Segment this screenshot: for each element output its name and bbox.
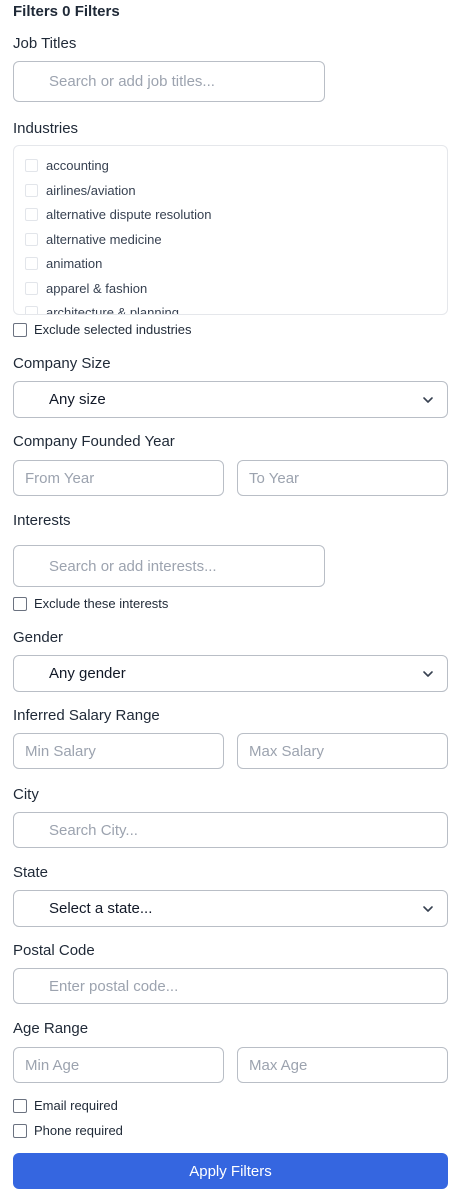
industry-item-architecture-planning[interactable]: architecture & planning	[25, 305, 179, 315]
email-required-label: Email required	[34, 1098, 118, 1113]
apply-filters-button[interactable]: Apply Filters	[13, 1153, 448, 1189]
email-required-checkbox[interactable]	[13, 1098, 27, 1113]
from-year-input[interactable]	[13, 460, 224, 496]
industry-label: alternative medicine	[46, 232, 162, 247]
industry-checkbox[interactable]	[25, 282, 38, 295]
salary-label: Inferred Salary Range	[13, 707, 160, 724]
city-input[interactable]	[13, 812, 448, 848]
industry-checkbox[interactable]	[25, 184, 38, 197]
interests-input[interactable]	[13, 545, 325, 587]
postal-code-input[interactable]	[13, 968, 448, 1004]
exclude-industries-label: Exclude selected industries	[34, 322, 192, 337]
gender-value: Any gender	[49, 665, 126, 682]
industry-item-apparel-fashion[interactable]: apparel & fashion	[25, 281, 147, 296]
company-size-value: Any size	[49, 391, 106, 408]
gender-select[interactable]: Any gender	[13, 655, 448, 692]
exclude-industries-option[interactable]: Exclude selected industries	[13, 322, 192, 337]
chevron-down-icon	[423, 906, 433, 912]
min-salary-input[interactable]	[13, 733, 224, 769]
industry-item-alternative-medicine[interactable]: alternative medicine	[25, 232, 162, 247]
company-size-select[interactable]: Any size	[13, 381, 448, 418]
age-range-label: Age Range	[13, 1020, 89, 1037]
industry-label: apparel & fashion	[46, 281, 148, 296]
state-select[interactable]: Select a state...	[13, 890, 448, 927]
chevron-down-icon	[423, 397, 433, 403]
company-size-label: Company Size	[13, 355, 111, 372]
industries-label: Industries	[13, 120, 79, 137]
industry-checkbox[interactable]	[25, 159, 38, 172]
industry-checkbox[interactable]	[25, 306, 38, 314]
max-age-input[interactable]	[237, 1047, 448, 1083]
industry-label: alternative dispute resolution	[46, 207, 212, 222]
to-year-input[interactable]	[237, 460, 448, 496]
chevron-down-icon	[423, 671, 433, 677]
industry-item-alternative-dispute-resolution[interactable]: alternative dispute resolution	[25, 207, 212, 222]
interests-label: Interests	[13, 512, 71, 529]
industry-item-airlines-aviation[interactable]: airlines/aviation	[25, 183, 136, 198]
industry-item-animation[interactable]: animation	[25, 256, 102, 271]
postal-code-label: Postal Code	[13, 942, 95, 959]
panel-title: Filters 0 Filters	[13, 3, 120, 20]
phone-required-option[interactable]: Phone required	[13, 1123, 123, 1138]
industry-label: airlines/aviation	[46, 183, 136, 198]
exclude-interests-label: Exclude these interests	[34, 596, 169, 611]
exclude-industries-checkbox[interactable]	[13, 322, 27, 337]
max-salary-input[interactable]	[237, 733, 448, 769]
industry-item-accounting[interactable]: accounting	[25, 158, 109, 173]
state-label: State	[13, 864, 49, 881]
industry-checkbox[interactable]	[25, 208, 38, 221]
industries-list[interactable]: accounting airlines/aviation alternative…	[13, 145, 448, 315]
industry-label: accounting	[46, 158, 109, 173]
industry-checkbox[interactable]	[25, 257, 38, 270]
exclude-interests-checkbox[interactable]	[13, 596, 27, 611]
email-required-option[interactable]: Email required	[13, 1098, 118, 1113]
phone-required-checkbox[interactable]	[13, 1123, 27, 1138]
phone-required-label: Phone required	[34, 1123, 123, 1138]
min-age-input[interactable]	[13, 1047, 224, 1083]
industry-label: architecture & planning	[46, 305, 179, 315]
industry-checkbox[interactable]	[25, 233, 38, 246]
industry-label: animation	[46, 256, 103, 271]
job-titles-input[interactable]	[13, 61, 325, 102]
gender-label: Gender	[13, 629, 64, 646]
job-titles-label: Job Titles	[13, 35, 77, 52]
city-label: City	[13, 786, 39, 803]
founded-year-label: Company Founded Year	[13, 433, 175, 450]
state-value: Select a state...	[49, 900, 153, 917]
exclude-interests-option[interactable]: Exclude these interests	[13, 596, 168, 611]
